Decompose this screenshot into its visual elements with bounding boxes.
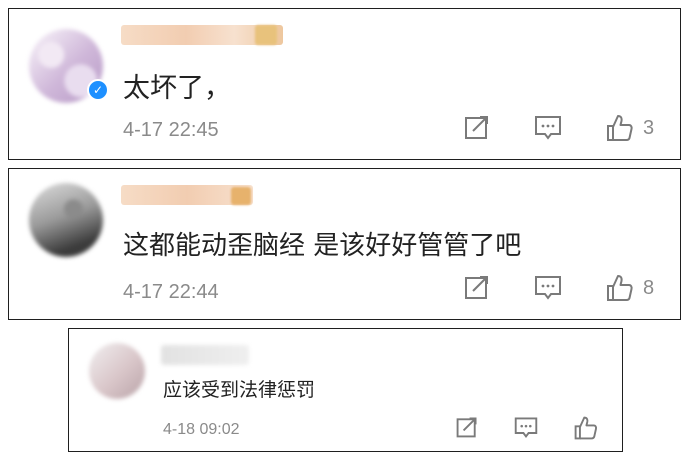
- like-button[interactable]: [573, 415, 599, 441]
- comment-actions: [455, 415, 605, 443]
- comment-actions: 8: [463, 273, 668, 307]
- thumbs-up-icon: [607, 115, 633, 141]
- avatar[interactable]: [89, 343, 145, 399]
- reply-button[interactable]: [533, 113, 563, 141]
- avatar[interactable]: [29, 183, 103, 257]
- reply-button[interactable]: [513, 415, 539, 439]
- like-button[interactable]: 8: [605, 273, 654, 303]
- share-icon: [456, 417, 477, 438]
- verified-badge-icon: ✓: [87, 79, 109, 101]
- comment-icon: [514, 417, 538, 438]
- share-button[interactable]: [455, 415, 479, 439]
- comment-icon: [535, 116, 561, 140]
- comment-actions: 3: [463, 113, 668, 147]
- comment-card: 这都能动歪脑经 是该好好管管了吧 4-17 22:44 8: [8, 168, 681, 320]
- comment-text: 这都能动歪脑经 是该好好管管了吧: [123, 231, 522, 261]
- comment-timestamp: 4-18 09:02: [163, 421, 240, 438]
- like-button[interactable]: 3: [605, 113, 654, 143]
- comment-timestamp: 4-17 22:45: [123, 119, 219, 141]
- username-blurred[interactable]: [161, 345, 249, 365]
- user-level-badge: [255, 25, 277, 45]
- comment-text: 太坏了，: [123, 73, 231, 104]
- reply-button[interactable]: [533, 273, 563, 301]
- share-button[interactable]: [463, 113, 491, 141]
- comment-card: ✓ 太坏了， 4-17 22:45 3: [8, 8, 681, 160]
- comment-text: 应该受到法律惩罚: [163, 379, 316, 401]
- like-count: 8: [643, 276, 655, 299]
- comment-card: 应该受到法律惩罚 4-18 09:02: [68, 328, 623, 452]
- like-count: 3: [643, 116, 655, 139]
- comment-icon: [535, 276, 561, 300]
- share-icon: [465, 276, 488, 299]
- thumbs-up-icon: [574, 416, 598, 440]
- comment-timestamp: 4-17 22:44: [123, 281, 219, 303]
- thumbs-up-icon: [607, 275, 633, 301]
- share-icon: [465, 116, 488, 139]
- user-level-badge: [231, 187, 251, 205]
- share-button[interactable]: [463, 273, 491, 301]
